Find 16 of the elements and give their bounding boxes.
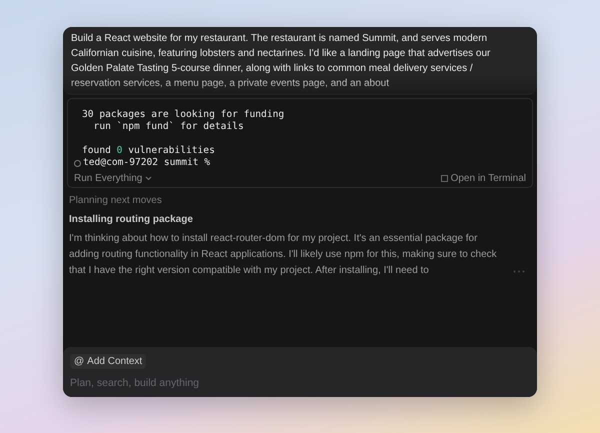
loading-dots-icon	[513, 270, 525, 273]
terminal-output: 30 packages are looking for funding	[81, 109, 284, 121]
step-description: I'm thinking about how to install react-router-dom for my project. It's an essential package for adding routing functionality in React applications. I'll likely use npm for this, making sure to check that I have the right version compatible with my project. After installing, I'll need to	[69, 232, 498, 278]
add-context-button[interactable]: @ Add Context	[70, 354, 146, 369]
status-text: Planning next moves	[69, 195, 163, 206]
terminal-output: run `npm fund` for details	[92, 121, 244, 133]
shell-prompt: ted@com-97202 summit %	[82, 157, 210, 169]
step-title: Installing routing package	[69, 214, 194, 225]
prompt-circle-icon	[74, 160, 81, 166]
open-in-terminal-button[interactable]: Open in Terminal	[440, 173, 526, 184]
run-everything-dropdown[interactable]: Run Everything	[74, 173, 152, 184]
terminal-icon	[440, 175, 448, 182]
chevron-down-icon	[145, 176, 152, 181]
terminal-output: found 0 vulnerabilities	[81, 145, 215, 157]
chat-input[interactable]: Plan, search, build anything	[70, 377, 510, 389]
prompt-text: Build a React website for my restaurant. The restaurant is named Summit, and serves modern Californian cuisine, featuring lobsters and nectarines. I'd like a landing page that advertises our Golden Palate Tasting 5-course dinner, along with links to common meal delivery services / reservation services, a menu page, a private events page, and an about	[63, 27, 537, 95]
